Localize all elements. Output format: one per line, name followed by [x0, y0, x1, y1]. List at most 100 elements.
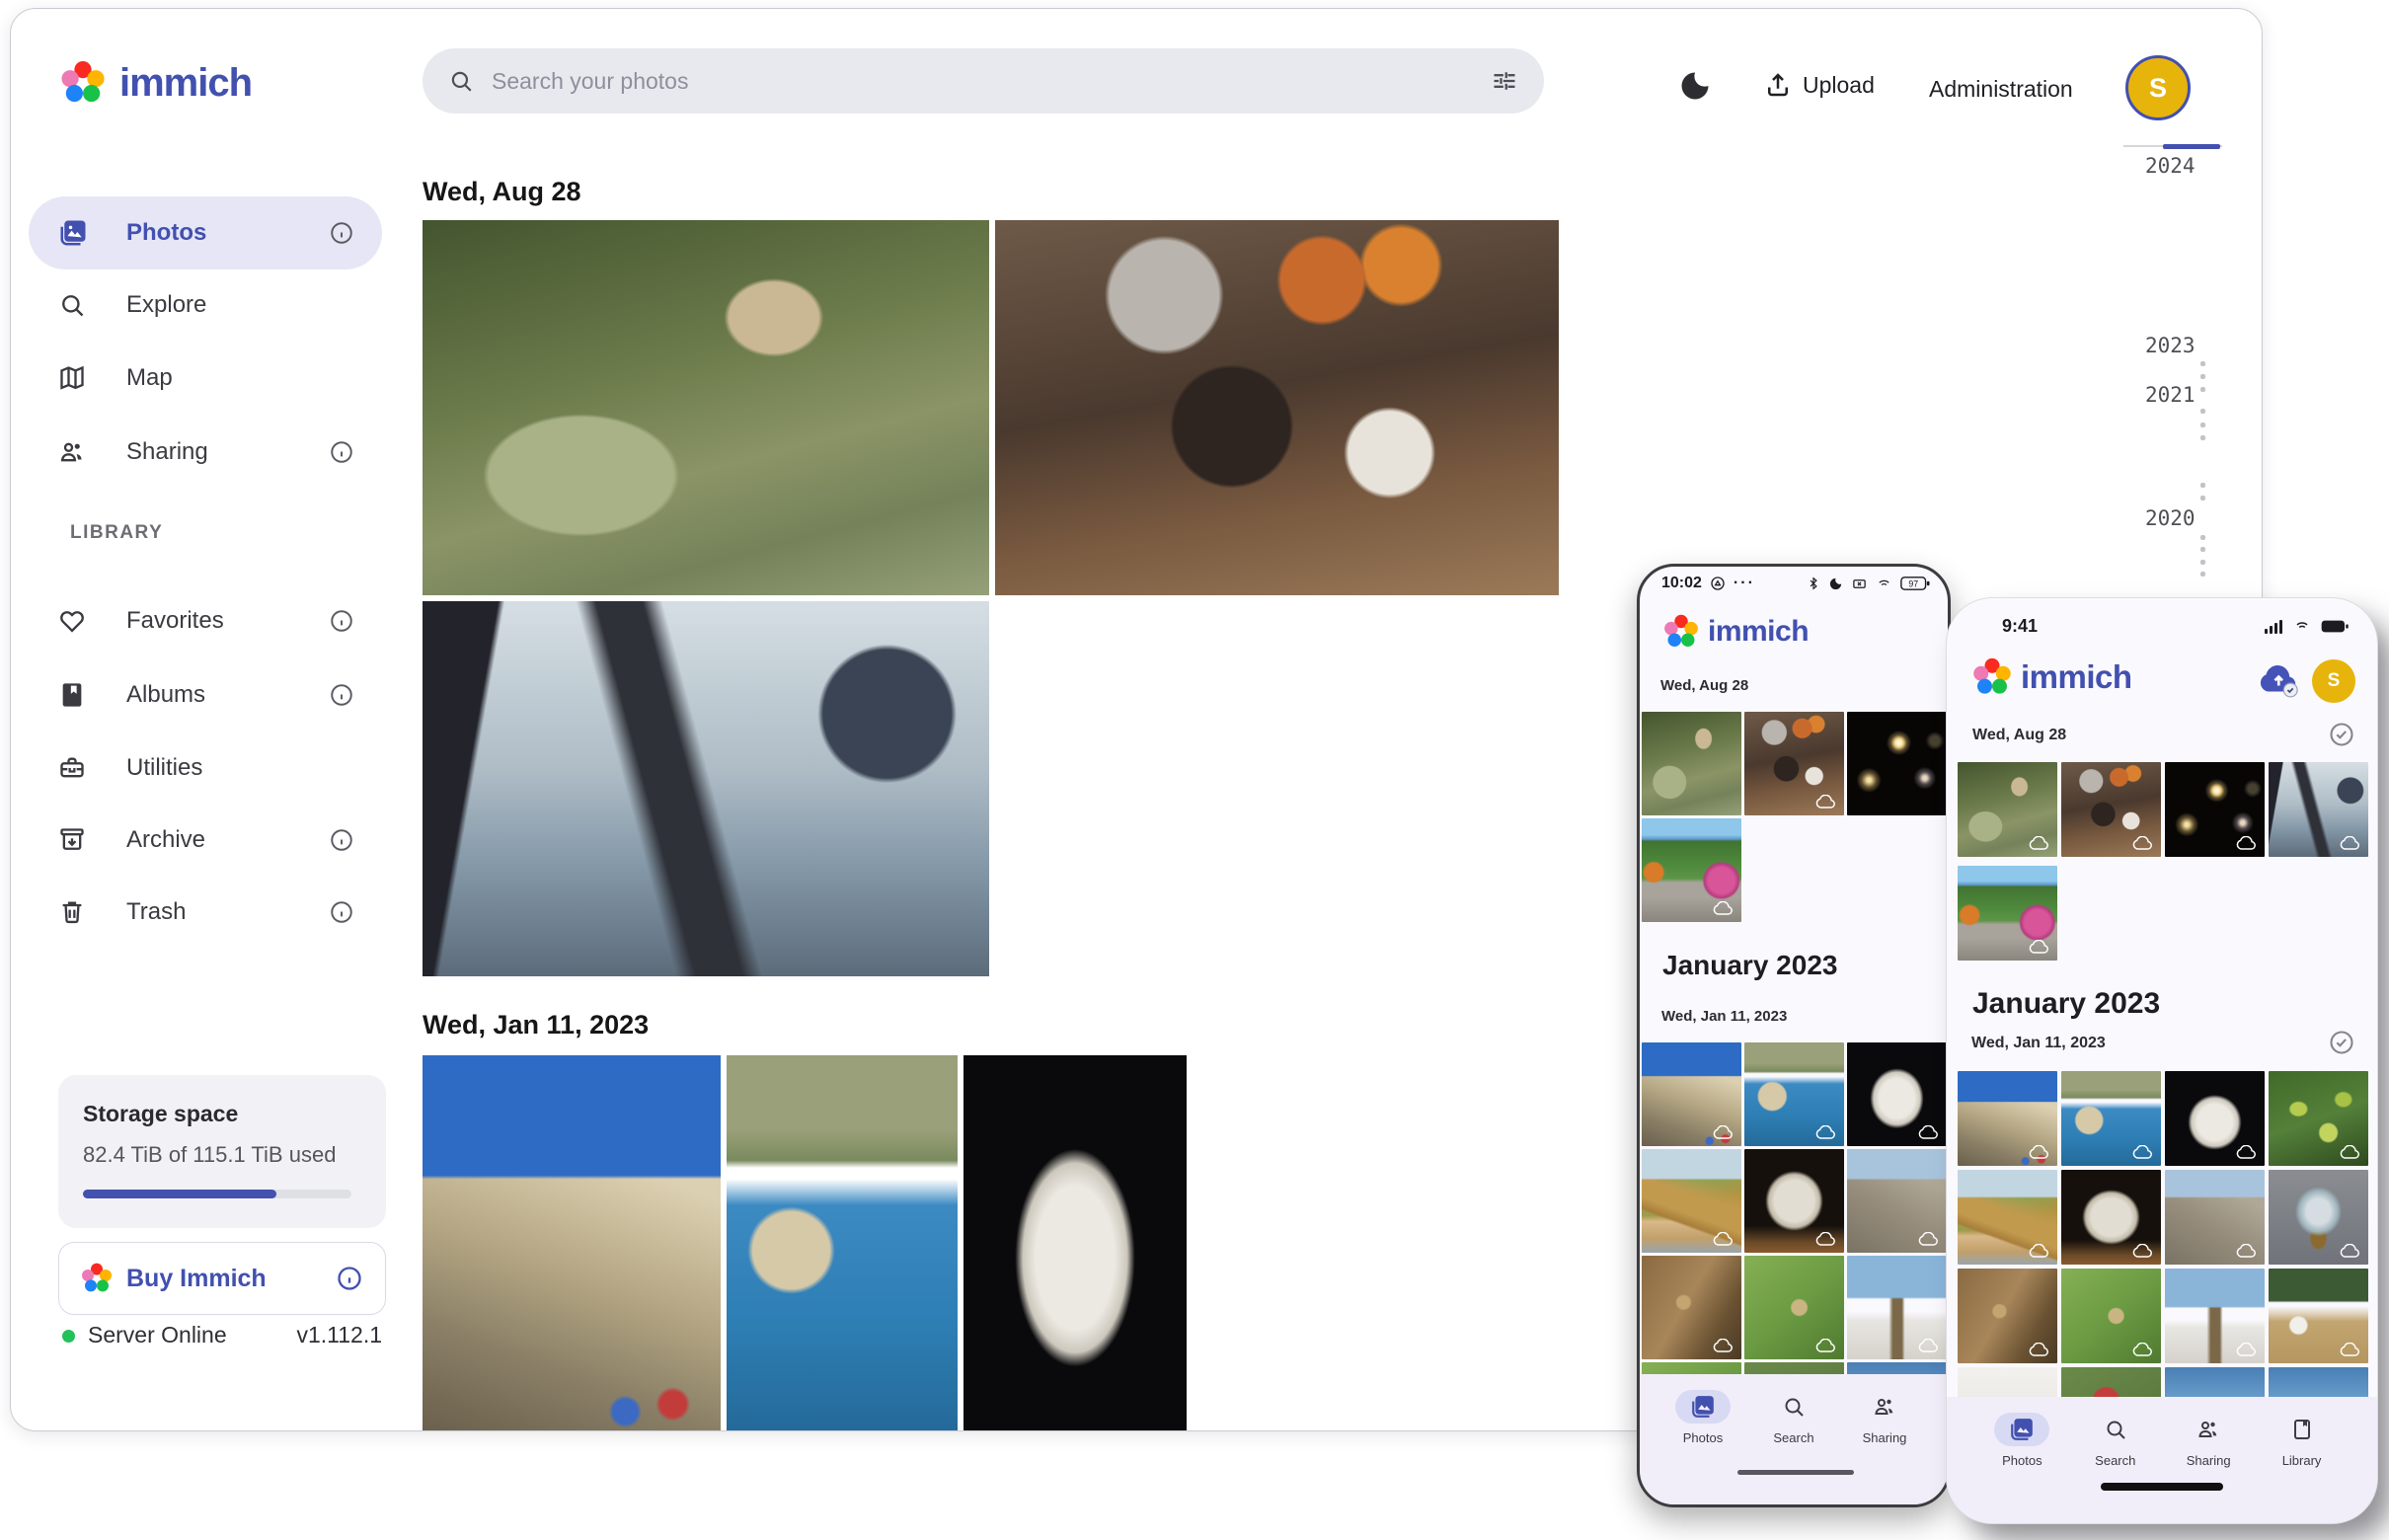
photo-dinner[interactable]	[2061, 762, 2161, 857]
phone1-logo: immich	[1663, 614, 1809, 650]
phone1-status-bar: 10:02 ··· 97	[1661, 575, 1930, 592]
backup-cloud-icon[interactable]	[2257, 663, 2302, 699]
photo-monkeys[interactable]	[1958, 762, 2057, 857]
administration-link[interactable]: Administration	[1929, 76, 2073, 103]
photo-bust[interactable]	[2165, 1071, 2265, 1166]
photo-silver[interactable]	[2269, 1170, 2368, 1265]
photo-coast[interactable]	[1744, 1042, 1844, 1146]
search-icon	[1766, 1390, 1821, 1424]
scrubber-dot	[2200, 387, 2205, 392]
photo-lizard2[interactable]	[1744, 1256, 1844, 1359]
user-avatar[interactable]: S	[2125, 55, 2191, 120]
sidebar-item-sharing[interactable]: Sharing	[29, 416, 382, 489]
info-icon[interactable]	[329, 220, 354, 246]
photo-coast[interactable]	[727, 1055, 958, 1430]
scrubber-year-2023[interactable]: 2023	[2145, 334, 2196, 357]
photo-ruins[interactable]	[2165, 1170, 2265, 1265]
sidebar-item-utilities[interactable]: Utilities	[29, 732, 382, 805]
photo-castle[interactable]	[423, 1055, 721, 1430]
photo-castle[interactable]	[1642, 1042, 1741, 1146]
photo-fireworks[interactable]	[2165, 762, 2265, 857]
server-version: v1.112.1	[277, 1322, 382, 1348]
photo-fireworks[interactable]	[1847, 712, 1947, 815]
nav-search[interactable]: Search	[2088, 1413, 2143, 1468]
search-placeholder: Search your photos	[492, 68, 1473, 95]
trash-icon	[58, 898, 86, 926]
wifi-icon	[1876, 577, 1892, 591]
info-icon[interactable]	[329, 439, 354, 465]
scrubber-year-2024[interactable]: 2024	[2145, 154, 2196, 178]
photo-castle[interactable]	[1958, 1071, 2057, 1166]
upload-button[interactable]: Upload	[1763, 70, 1875, 100]
photo-church[interactable]	[1847, 1256, 1947, 1359]
screen-record-icon	[1710, 576, 1726, 591]
photo-coast[interactable]	[2061, 1071, 2161, 1166]
photo-cliff[interactable]	[1642, 1149, 1741, 1253]
toolbox-icon	[58, 754, 86, 782]
photo-church[interactable]	[2165, 1269, 2265, 1363]
photo-ruins[interactable]	[1847, 1149, 1947, 1253]
photo-berries[interactable]	[2269, 1071, 2368, 1166]
nav-sharing[interactable]: Sharing	[1857, 1390, 1912, 1445]
photo-path[interactable]	[1642, 818, 1741, 922]
phone2-aug-grid-2	[1958, 866, 2370, 961]
scrubber-dot	[2200, 361, 2205, 366]
info-icon[interactable]	[329, 899, 354, 925]
scrubber-year-2021[interactable]: 2021	[2145, 383, 2196, 407]
nav-search[interactable]: Search	[1766, 1390, 1821, 1445]
immich-flower-icon	[81, 1263, 113, 1294]
phone-mockup-2: 9:41 immich S Wed, Aug 28	[1947, 598, 2377, 1523]
photo-lizard1[interactable]	[1958, 1269, 2057, 1363]
nav-photos[interactable]: Photos	[1994, 1413, 2049, 1468]
sidebar-item-photos[interactable]: Photos	[29, 196, 382, 270]
section-date-header: Wed, Aug 28	[423, 177, 581, 207]
photo-hands[interactable]	[423, 601, 989, 976]
nav-library[interactable]: Library	[2274, 1413, 2330, 1468]
app-logo[interactable]: immich	[60, 60, 252, 106]
phone2-avatar[interactable]: S	[2312, 659, 2355, 703]
sidebar-item-trash[interactable]: Trash	[29, 876, 382, 949]
dark-mode-toggle[interactable]	[1677, 68, 1713, 104]
sidebar-item-archive[interactable]: Archive	[29, 804, 382, 877]
photo-path[interactable]	[1958, 866, 2057, 961]
photo-rock[interactable]	[2061, 1170, 2161, 1265]
library-icon	[2274, 1413, 2330, 1446]
info-icon[interactable]	[336, 1265, 363, 1292]
photo-dinner[interactable]	[1744, 712, 1844, 815]
scrubber-dot	[2200, 409, 2205, 414]
library-section-label: LIBRARY	[70, 522, 163, 544]
album-icon	[58, 681, 86, 709]
phone2-aug-grid	[1958, 762, 2370, 857]
photo-rock[interactable]	[1744, 1149, 1844, 1253]
photo-monkeys[interactable]	[423, 220, 989, 595]
select-all-check-icon[interactable]	[2328, 721, 2355, 748]
photo-lizard2[interactable]	[2061, 1269, 2161, 1363]
sidebar-item-explore[interactable]: Explore	[29, 269, 382, 342]
sidebar-item-favorites[interactable]: Favorites	[29, 584, 382, 657]
nav-sharing[interactable]: Sharing	[2181, 1413, 2236, 1468]
dnd-moon-icon	[1828, 577, 1843, 591]
sidebar-item-map[interactable]: Map	[29, 342, 382, 415]
photo-monkeys[interactable]	[1642, 712, 1741, 815]
filter-sliders-icon[interactable]	[1491, 67, 1518, 95]
photo-lizard1[interactable]	[1642, 1256, 1741, 1359]
info-icon[interactable]	[329, 827, 354, 853]
photo-bust[interactable]	[1847, 1042, 1947, 1146]
photo-farm[interactable]	[2269, 1269, 2368, 1363]
photo-dinner[interactable]	[995, 220, 1559, 595]
info-icon[interactable]	[329, 682, 354, 708]
scrubber-dot	[2200, 435, 2205, 440]
photo-bust[interactable]	[963, 1055, 1187, 1430]
search-bar[interactable]: Search your photos	[423, 48, 1544, 114]
photo-cliff[interactable]	[1958, 1170, 2057, 1265]
select-all-check-icon[interactable]	[2328, 1029, 2355, 1056]
info-icon[interactable]	[329, 608, 354, 634]
sharing-people-icon	[2181, 1413, 2236, 1446]
nav-photos[interactable]: Photos	[1675, 1390, 1731, 1445]
scrubber-year-2020[interactable]: 2020	[2145, 506, 2196, 530]
phone1-date-header-2: Wed, Jan 11, 2023	[1661, 1008, 1787, 1025]
photo-hands[interactable]	[2269, 762, 2368, 857]
buy-immich-button[interactable]: Buy Immich	[58, 1242, 386, 1315]
upload-label: Upload	[1803, 72, 1875, 99]
sidebar-item-albums[interactable]: Albums	[29, 658, 382, 732]
